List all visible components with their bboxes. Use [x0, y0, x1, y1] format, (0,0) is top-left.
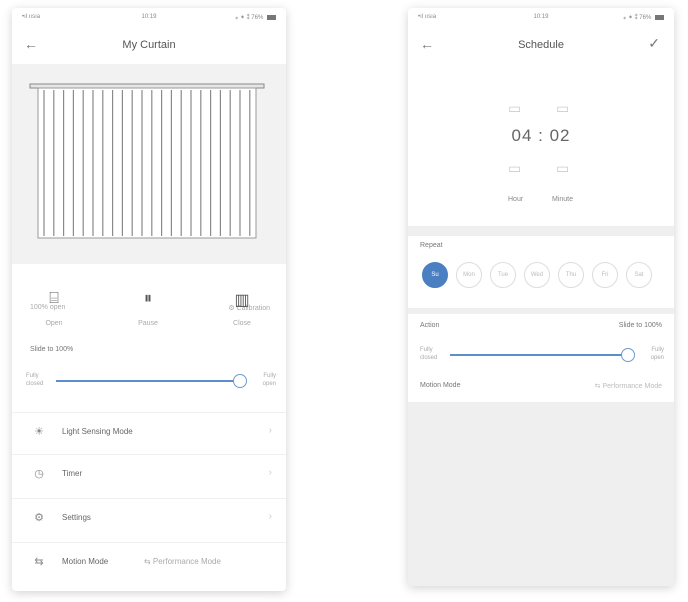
slider-handle[interactable]: [233, 374, 247, 388]
day-button[interactable]: Tue: [490, 262, 516, 288]
chevron-right-icon: ›: [268, 425, 272, 436]
status-bar: •ıl ıısıa 10:19 ⁎ ✶ ⁑ 76%: [408, 8, 674, 28]
repeat-label: Repeat: [420, 242, 443, 249]
action-value: Slide to 100%: [618, 322, 662, 329]
nav-bar: ← My Curtain: [12, 30, 286, 58]
battery-icon: [267, 14, 276, 20]
sun-icon: ☀: [34, 426, 44, 438]
slider-fill: [450, 354, 628, 356]
menu-label: Light Sensing Mode: [62, 427, 133, 436]
open-curtain-icon: ⌸: [49, 290, 59, 307]
day-button[interactable]: Fri: [592, 262, 618, 288]
repeat-section: Repeat Su Mon Tue Wed Thu Fri Sat: [408, 236, 674, 308]
schedule-screen: •ıl ıısıa 10:19 ⁎ ✶ ⁑ 76% ← Schedule ✓ ▭…: [408, 8, 674, 586]
slide-percent-label: Slide to 100%: [30, 346, 74, 353]
menu-label: Timer: [62, 469, 83, 478]
page-title: Schedule: [518, 39, 564, 51]
status-icons: ⁎ ✶ ⁑ 76%: [623, 14, 664, 21]
status-icons: ⁎ ✶ ⁑ 76%: [235, 14, 276, 21]
position-slider[interactable]: Fully closed Fully open: [26, 368, 276, 396]
day-button[interactable]: Su: [422, 262, 448, 288]
hour-up-ghost: ▭: [508, 100, 522, 116]
motion-mode-value: ⇆ Performance Mode: [144, 557, 221, 566]
slider-max-label: Fully open: [650, 347, 664, 361]
day-button[interactable]: Thu: [558, 262, 584, 288]
day-button[interactable]: Sat: [626, 262, 652, 288]
pause-button[interactable]: ⏸ Pause: [118, 290, 178, 327]
nav-bar: ← Schedule ✓: [408, 30, 674, 58]
slider-handle[interactable]: [621, 348, 635, 362]
minute-up-ghost: ▭: [556, 100, 570, 116]
clock-icon: ◷: [34, 468, 44, 480]
chevron-right-icon: ›: [268, 467, 272, 478]
time-display[interactable]: 04 : 02: [408, 126, 674, 146]
slider-min-label: Fully closed: [26, 373, 44, 387]
status-bar: •ıl ıısıa 10:19 ⁎ ✶ ⁑ 76%: [12, 8, 286, 28]
curtain-preview: 100% open ⚙ Calibration: [12, 64, 286, 312]
slider-track[interactable]: [56, 374, 247, 388]
motion-icon: ⇆: [34, 556, 44, 568]
action-label: Action: [420, 322, 440, 329]
close-button[interactable]: ▥ Close: [212, 290, 272, 327]
pause-icon: ⏸: [143, 290, 152, 307]
page-title: My Curtain: [122, 39, 176, 51]
battery-icon: [655, 14, 664, 20]
minute-label: Minute: [552, 196, 574, 203]
action-section: Action Slide to 100% Fully closed Fully …: [408, 314, 674, 402]
hour-down-ghost: ▭: [508, 160, 522, 176]
slider-max-label: Fully open: [262, 373, 276, 387]
menu-label: Settings: [62, 513, 91, 522]
menu-item-timer[interactable]: ◷ Timer ›: [12, 454, 286, 495]
slider-min-label: Fully closed: [420, 347, 438, 361]
header: •ıl ıısıa 10:19 ⁎ ✶ ⁑ 76% ← Schedule ✓: [408, 8, 674, 66]
hour-label: Hour: [508, 196, 524, 203]
close-label: Close: [233, 320, 251, 327]
open-button[interactable]: ⌸ Open: [24, 290, 84, 327]
motion-mode-row[interactable]: Motion Mode ⇆ Performance Mode: [408, 378, 674, 400]
menu-item-light-sensing[interactable]: ☀ Light Sensing Mode ›: [12, 412, 286, 453]
confirm-icon[interactable]: ✓: [648, 35, 660, 52]
menu-item-motion-mode[interactable]: ⇆ Motion Mode ⇆ Performance Mode: [12, 542, 286, 583]
motion-mode-label: Motion Mode: [420, 382, 461, 389]
curtain-illustration: [29, 83, 265, 239]
minute-down-ghost: ▭: [556, 160, 570, 176]
close-curtain-icon: ▥: [234, 292, 250, 309]
position-slider[interactable]: Fully closed Fully open: [420, 342, 664, 370]
motion-mode-value: ⇆ Performance Mode: [594, 383, 662, 390]
menu-item-settings[interactable]: ⚙ Settings ›: [12, 498, 286, 539]
day-button[interactable]: Mon: [456, 262, 482, 288]
chevron-right-icon: ›: [268, 511, 272, 522]
pause-label: Pause: [138, 320, 158, 327]
curtain-screen: •ıl ıısıa 10:19 ⁎ ✶ ⁑ 76% ← My Curtain 1…: [12, 8, 286, 591]
day-button[interactable]: Wed: [524, 262, 550, 288]
gear-icon: ⚙: [34, 512, 44, 524]
menu-label: Motion Mode: [62, 557, 109, 566]
slider-track[interactable]: [450, 348, 635, 362]
slider-fill: [56, 380, 240, 382]
open-label: Open: [45, 320, 63, 327]
time-picker[interactable]: ▭ ▭ 04 : 02 ▭ ▭ Hour Minute: [408, 66, 674, 226]
